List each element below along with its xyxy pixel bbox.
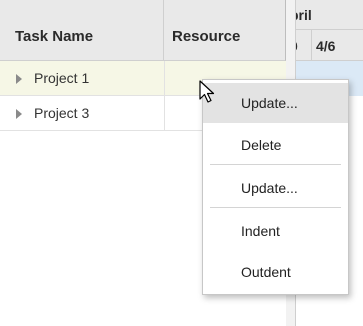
gantt-chart: Task Name Resource pril 0 4/6 Project 1 …	[0, 0, 363, 326]
menu-separator	[210, 207, 341, 208]
timeline-month-label: pril	[296, 7, 312, 23]
timeline-month-row: pril	[296, 0, 363, 30]
column-header-task-name[interactable]: Task Name	[0, 0, 164, 61]
menu-item-label: Indent	[241, 223, 280, 239]
menu-item-update[interactable]: Update...	[203, 83, 348, 123]
expand-triangle-icon[interactable]	[16, 109, 22, 119]
menu-item-delete[interactable]: Delete	[203, 125, 348, 165]
timeline-date-prev: 0	[296, 30, 312, 60]
menu-separator	[210, 164, 341, 165]
arrow-cursor-icon	[199, 80, 215, 103]
menu-item-update-2[interactable]: Update...	[203, 168, 348, 208]
column-header-resource[interactable]: Resource	[164, 0, 286, 61]
menu-item-indent[interactable]: Indent	[203, 211, 348, 251]
menu-item-label: Update...	[241, 95, 298, 111]
task-name-cell: Project 1	[34, 70, 90, 86]
menu-item-outdent[interactable]: Outdent	[203, 252, 348, 292]
column-header-task-name-label: Task Name	[15, 28, 94, 45]
column-divider	[164, 61, 165, 95]
menu-item-label: Outdent	[241, 264, 291, 280]
expand-triangle-icon[interactable]	[16, 74, 22, 84]
timeline-header: pril 0 4/6	[296, 0, 363, 61]
menu-item-label: Delete	[241, 137, 282, 153]
task-name-cell: Project 3	[34, 105, 90, 121]
context-menu: Update... Delete Update... Indent Outden…	[202, 79, 349, 295]
column-header-resource-label: Resource	[172, 28, 241, 45]
column-divider	[164, 96, 165, 130]
menu-item-label: Update...	[241, 180, 298, 196]
timeline-date-current: 4/6	[316, 38, 336, 54]
